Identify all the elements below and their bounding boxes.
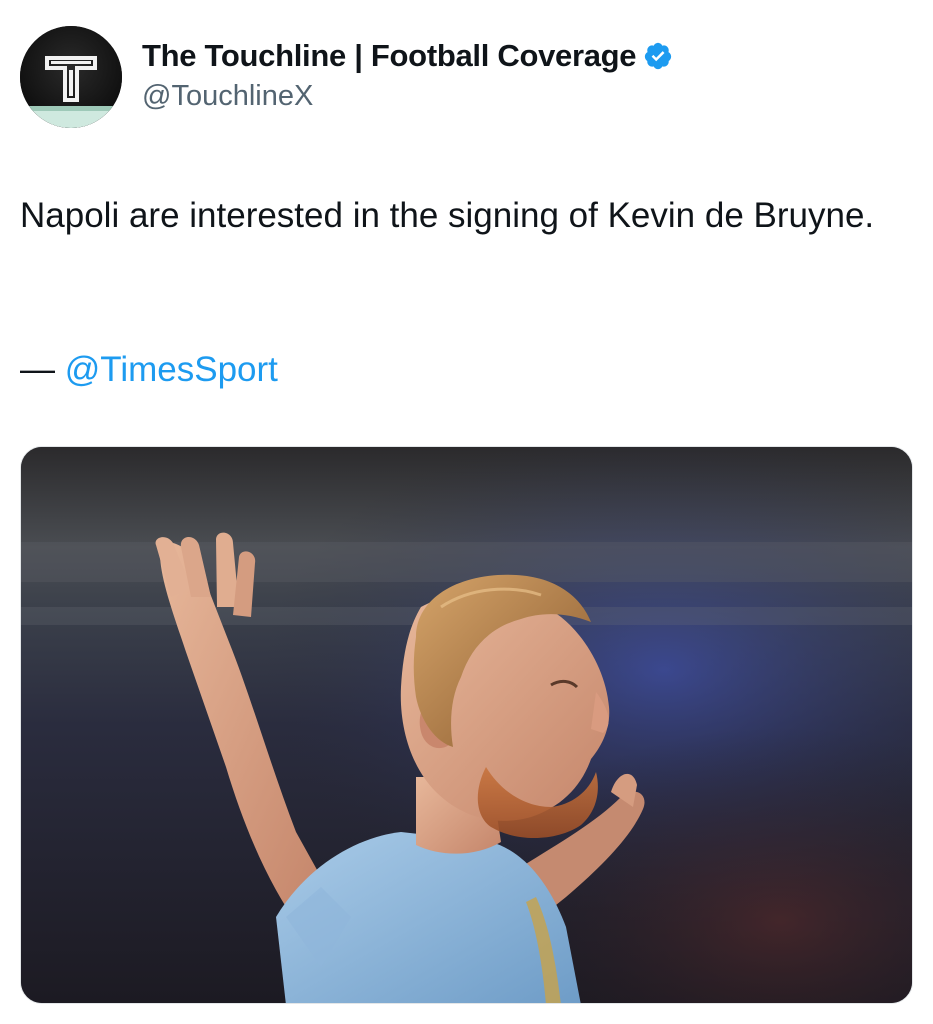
- source-prefix: —: [20, 350, 65, 389]
- tweet: The Touchline | Football Coverage @Touch…: [0, 0, 933, 1024]
- touchline-logo-icon: [20, 26, 122, 128]
- source-mention-link[interactable]: @TimesSport: [65, 350, 278, 389]
- author-display-name[interactable]: The Touchline | Football Coverage: [142, 38, 637, 74]
- tweet-source-line: — @TimesSport: [20, 344, 278, 395]
- photo-player-celebrating: [21, 447, 912, 1003]
- tweet-text: Napoli are interested in the signing of …: [20, 196, 875, 235]
- author-name-row: The Touchline | Football Coverage: [142, 34, 673, 78]
- author-info[interactable]: The Touchline | Football Coverage @Touch…: [142, 34, 673, 113]
- verified-badge-icon: [643, 41, 673, 71]
- tweet-photo[interactable]: [20, 446, 913, 1004]
- author-handle[interactable]: @TouchlineX: [142, 80, 673, 113]
- author-avatar[interactable]: [20, 26, 122, 128]
